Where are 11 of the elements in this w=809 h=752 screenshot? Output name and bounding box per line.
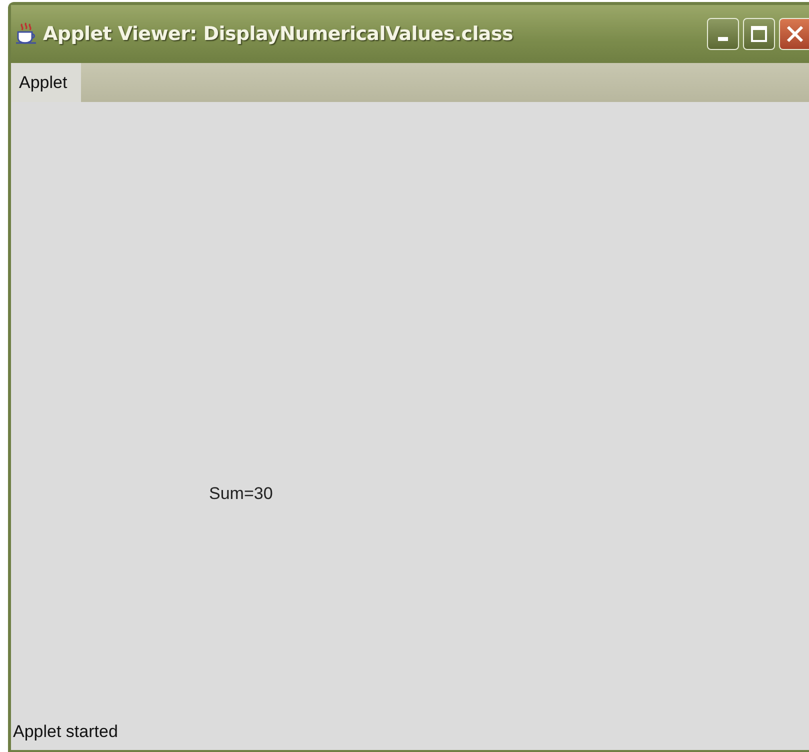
maximize-button[interactable] bbox=[743, 18, 775, 50]
maximize-icon bbox=[750, 25, 768, 43]
minimize-button[interactable] bbox=[707, 18, 739, 50]
coffee-cup-icon bbox=[15, 22, 37, 46]
close-button[interactable] bbox=[779, 18, 809, 50]
window-title: Applet Viewer: DisplayNumericalValues.class bbox=[43, 23, 514, 45]
menu-item[interactable]: Applet bbox=[11, 63, 82, 102]
close-icon bbox=[784, 24, 804, 44]
status-text: Applet started bbox=[13, 722, 118, 742]
sum-text: Sum=30 bbox=[209, 484, 273, 503]
minimize-icon bbox=[718, 37, 728, 41]
